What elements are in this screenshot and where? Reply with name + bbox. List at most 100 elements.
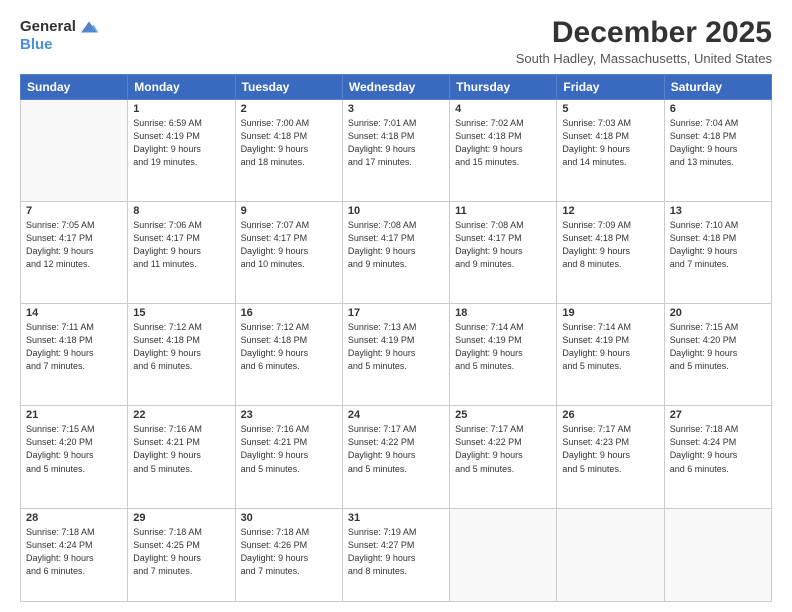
day-info: Sunrise: 7:01 AMSunset: 4:18 PMDaylight:… (348, 117, 444, 169)
header-day: Thursday (450, 75, 557, 100)
header-day: Saturday (664, 75, 771, 100)
day-number: 23 (241, 409, 337, 421)
day-number: 22 (133, 409, 229, 421)
day-number: 19 (562, 307, 658, 319)
calendar-week-row: 21Sunrise: 7:15 AMSunset: 4:20 PMDayligh… (21, 406, 772, 508)
day-info: Sunrise: 7:15 AMSunset: 4:20 PMDaylight:… (26, 423, 122, 475)
calendar-cell: 22 Sunrise: 7:16 AMSunset: 4:21 PMDayligh… (128, 406, 235, 508)
day-number: 20 (670, 307, 766, 319)
day-number: 26 (562, 409, 658, 421)
day-number: 13 (670, 205, 766, 217)
day-info: Sunrise: 7:17 AMSunset: 4:23 PMDaylight:… (562, 423, 658, 475)
day-number: 31 (348, 512, 444, 524)
header: General Blue December 2025 South Hadley,… (20, 16, 772, 66)
day-info: Sunrise: 7:17 AMSunset: 4:22 PMDaylight:… (455, 423, 551, 475)
day-number: 11 (455, 205, 551, 217)
day-info: Sunrise: 7:17 AMSunset: 4:22 PMDaylight:… (348, 423, 444, 475)
day-info: Sunrise: 7:12 AMSunset: 4:18 PMDaylight:… (241, 321, 337, 373)
day-number: 18 (455, 307, 551, 319)
day-number: 25 (455, 409, 551, 421)
day-number: 8 (133, 205, 229, 217)
day-info: Sunrise: 7:19 AMSunset: 4:27 PMDaylight:… (348, 526, 444, 578)
calendar-week-row: 28 Sunrise: 7:18 AMSunset: 4:24 PMDayligh… (21, 508, 772, 602)
day-info: Sunrise: 7:18 AMSunset: 4:24 PMDaylight:… (26, 526, 122, 578)
calendar-cell: 19 Sunrise: 7:14 AMSunset: 4:19 PMDayligh… (557, 304, 664, 406)
calendar-cell: 28 Sunrise: 7:18 AMSunset: 4:24 PMDayligh… (21, 508, 128, 602)
calendar-table: SundayMondayTuesdayWednesdayThursdayFrid… (20, 74, 772, 602)
day-info: Sunrise: 7:11 AMSunset: 4:18 PMDaylight:… (26, 321, 122, 373)
day-number: 16 (241, 307, 337, 319)
calendar-cell: 13Sunrise: 7:10 AMSunset: 4:18 PMDayligh… (664, 202, 771, 304)
day-info: Sunrise: 7:05 AMSunset: 4:17 PMDaylight:… (26, 219, 122, 271)
calendar-cell: 15 Sunrise: 7:12 AMSunset: 4:18 PMDayligh… (128, 304, 235, 406)
day-number: 3 (348, 103, 444, 115)
day-number: 27 (670, 409, 766, 421)
day-number: 24 (348, 409, 444, 421)
logo-icon (78, 16, 100, 38)
calendar-week-row: 14Sunrise: 7:11 AMSunset: 4:18 PMDayligh… (21, 304, 772, 406)
day-info: Sunrise: 7:03 AMSunset: 4:18 PMDaylight:… (562, 117, 658, 169)
calendar-cell: 12 Sunrise: 7:09 AMSunset: 4:18 PMDayligh… (557, 202, 664, 304)
calendar-week-row: 1 Sunrise: 6:59 AMSunset: 4:19 PMDaylight… (21, 100, 772, 202)
calendar-cell: 16 Sunrise: 7:12 AMSunset: 4:18 PMDayligh… (235, 304, 342, 406)
calendar-week-row: 7 Sunrise: 7:05 AMSunset: 4:17 PMDaylight… (21, 202, 772, 304)
calendar-cell (21, 100, 128, 202)
header-day: Friday (557, 75, 664, 100)
header-day: Monday (128, 75, 235, 100)
calendar-cell: 29Sunrise: 7:18 AMSunset: 4:25 PMDayligh… (128, 508, 235, 602)
day-number: 1 (133, 103, 229, 115)
calendar-cell (557, 508, 664, 602)
day-info: Sunrise: 7:16 AMSunset: 4:21 PMDaylight:… (133, 423, 229, 475)
day-info: Sunrise: 7:08 AMSunset: 4:17 PMDaylight:… (348, 219, 444, 271)
page: General Blue December 2025 South Hadley,… (0, 0, 792, 612)
day-number: 6 (670, 103, 766, 115)
header-row: SundayMondayTuesdayWednesdayThursdayFrid… (21, 75, 772, 100)
day-number: 30 (241, 512, 337, 524)
calendar-cell: 26 Sunrise: 7:17 AMSunset: 4:23 PMDayligh… (557, 406, 664, 508)
day-info: Sunrise: 7:12 AMSunset: 4:18 PMDaylight:… (133, 321, 229, 373)
calendar-cell: 21Sunrise: 7:15 AMSunset: 4:20 PMDayligh… (21, 406, 128, 508)
header-day: Wednesday (342, 75, 449, 100)
day-number: 9 (241, 205, 337, 217)
day-info: Sunrise: 7:18 AMSunset: 4:26 PMDaylight:… (241, 526, 337, 578)
calendar-cell: 11 Sunrise: 7:08 AMSunset: 4:17 PMDayligh… (450, 202, 557, 304)
day-info: Sunrise: 7:06 AMSunset: 4:17 PMDaylight:… (133, 219, 229, 271)
day-number: 12 (562, 205, 658, 217)
calendar-cell: 3 Sunrise: 7:01 AMSunset: 4:18 PMDaylight… (342, 100, 449, 202)
day-info: Sunrise: 7:08 AMSunset: 4:17 PMDaylight:… (455, 219, 551, 271)
day-info: Sunrise: 7:09 AMSunset: 4:18 PMDaylight:… (562, 219, 658, 271)
day-number: 4 (455, 103, 551, 115)
day-info: Sunrise: 7:16 AMSunset: 4:21 PMDaylight:… (241, 423, 337, 475)
day-info: Sunrise: 7:14 AMSunset: 4:19 PMDaylight:… (562, 321, 658, 373)
calendar-cell: 9Sunrise: 7:07 AMSunset: 4:17 PMDaylight… (235, 202, 342, 304)
day-number: 7 (26, 205, 122, 217)
calendar-cell: 17Sunrise: 7:13 AMSunset: 4:19 PMDayligh… (342, 304, 449, 406)
calendar-cell: 23 Sunrise: 7:16 AMSunset: 4:21 PMDayligh… (235, 406, 342, 508)
day-number: 10 (348, 205, 444, 217)
day-info: Sunrise: 6:59 AMSunset: 4:19 PMDaylight:… (133, 117, 229, 169)
day-info: Sunrise: 7:14 AMSunset: 4:19 PMDaylight:… (455, 321, 551, 373)
day-info: Sunrise: 7:13 AMSunset: 4:19 PMDaylight:… (348, 321, 444, 373)
logo: General Blue (20, 16, 100, 53)
calendar-cell (664, 508, 771, 602)
logo-text: General (20, 19, 76, 36)
calendar-cell: 20 Sunrise: 7:15 AMSunset: 4:20 PMDayligh… (664, 304, 771, 406)
calendar-cell: 18 Sunrise: 7:14 AMSunset: 4:19 PMDayligh… (450, 304, 557, 406)
calendar-cell: 1 Sunrise: 6:59 AMSunset: 4:19 PMDaylight… (128, 100, 235, 202)
day-number: 15 (133, 307, 229, 319)
header-day: Tuesday (235, 75, 342, 100)
calendar-cell (450, 508, 557, 602)
calendar-cell: 10 Sunrise: 7:08 AMSunset: 4:17 PMDayligh… (342, 202, 449, 304)
day-number: 28 (26, 512, 122, 524)
calendar-cell: 25 Sunrise: 7:17 AMSunset: 4:22 PMDayligh… (450, 406, 557, 508)
subtitle: South Hadley, Massachusetts, United Stat… (516, 51, 772, 66)
day-info: Sunrise: 7:02 AMSunset: 4:18 PMDaylight:… (455, 117, 551, 169)
calendar-cell: 5Sunrise: 7:03 AMSunset: 4:18 PMDaylight… (557, 100, 664, 202)
day-info: Sunrise: 7:18 AMSunset: 4:25 PMDaylight:… (133, 526, 229, 578)
main-title: December 2025 (516, 16, 772, 49)
day-number: 2 (241, 103, 337, 115)
calendar-cell: 31 Sunrise: 7:19 AMSunset: 4:27 PMDayligh… (342, 508, 449, 602)
day-info: Sunrise: 7:00 AMSunset: 4:18 PMDaylight:… (241, 117, 337, 169)
day-info: Sunrise: 7:04 AMSunset: 4:18 PMDaylight:… (670, 117, 766, 169)
day-info: Sunrise: 7:15 AMSunset: 4:20 PMDaylight:… (670, 321, 766, 373)
